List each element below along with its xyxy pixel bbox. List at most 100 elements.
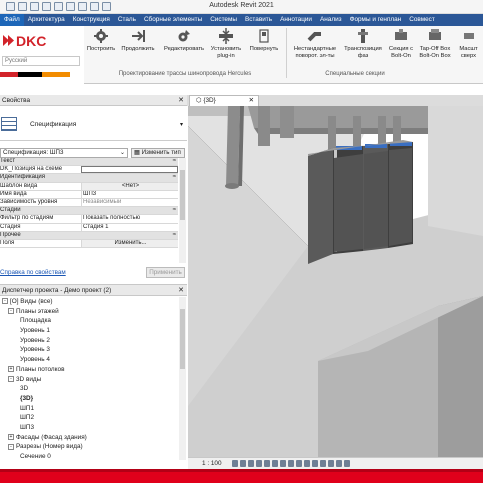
properties-help-link[interactable]: Справка по свойствам <box>0 269 66 276</box>
scale-button[interactable]: Масшт сверх <box>454 28 483 59</box>
shadows-icon[interactable] <box>256 460 262 467</box>
type-selector[interactable]: Спецификация ▾ <box>0 107 187 141</box>
tree-item[interactable]: {3D} <box>0 394 178 404</box>
project-browser-header: Диспетчер проекта - Демо проект (2) ✕ <box>0 285 187 296</box>
property-value-button[interactable]: Изменить... <box>81 239 178 248</box>
custom-turns-button[interactable]: Нестандартные поворот. эл-ты <box>290 28 340 59</box>
collapse-icon[interactable]: ≈ <box>173 232 176 239</box>
property-value[interactable]: Независимый <box>81 198 178 207</box>
tree-item[interactable]: + Фасады (Фасад здания) <box>0 433 178 443</box>
highlight-displacement-icon[interactable] <box>320 460 326 467</box>
crop-view-icon[interactable] <box>272 460 278 467</box>
tab-file[interactable]: Файл <box>0 14 24 26</box>
property-name: Стадии <box>0 207 21 214</box>
tab-massing-site[interactable]: Формы и генплан <box>346 14 406 26</box>
build-button[interactable]: Построить <box>86 28 116 53</box>
tree-item[interactable]: Уровень 1 <box>0 326 178 336</box>
tree-item[interactable]: ШП2 <box>0 413 178 423</box>
preview-visibility-icon[interactable] <box>344 460 350 467</box>
visual-style-icon[interactable] <box>240 460 246 467</box>
collapse-icon[interactable]: ≈ <box>173 207 176 214</box>
tab-collaborate[interactable]: Совмест <box>405 14 439 26</box>
tab-3d-view[interactable]: ⬡ {3D} ✕ <box>189 95 259 106</box>
tree-item[interactable]: + Планы потолков <box>0 365 178 375</box>
property-value-button[interactable]: <Нет> <box>81 182 178 190</box>
tree-item[interactable]: Уровень 2 <box>0 336 178 346</box>
property-category[interactable]: Идентификация ≈ <box>0 174 178 183</box>
show-crop-icon[interactable] <box>280 460 286 467</box>
tab-structure[interactable]: Конструкция <box>69 14 114 26</box>
tab-architecture[interactable]: Архитектура <box>24 14 69 26</box>
instance-row: Спецификация: ШП3 ⌄ ▦ Изменить тип <box>0 148 187 158</box>
phase-transposition-button[interactable]: Транспозиция фаз <box>342 28 384 59</box>
continue-button[interactable]: Продолжить <box>118 28 158 53</box>
tree-item[interactable]: ШП1 <box>0 404 178 414</box>
close-icon[interactable]: ✕ <box>178 95 184 106</box>
collapse-icon[interactable]: - <box>8 375 14 382</box>
tree-item[interactable]: ШП3 <box>0 423 178 433</box>
tree-item-label: ШП2 <box>20 414 35 422</box>
tree-item[interactable]: - Разрезы (Номер вида) <box>0 442 178 452</box>
chevron-down-icon: ⌄ <box>119 149 125 156</box>
custom-turn-icon <box>307 32 321 42</box>
collapse-icon[interactable]: - <box>8 308 14 314</box>
edit-type-button[interactable]: ▦ Изменить тип <box>131 148 185 158</box>
property-value[interactable]: Показать полностью <box>81 215 178 223</box>
tab-annotate[interactable]: Аннотации <box>276 14 316 26</box>
render-icon[interactable] <box>264 460 270 467</box>
tab-insert[interactable]: Вставить <box>241 14 276 26</box>
tree-item[interactable]: Уровень 4 <box>0 355 178 365</box>
tree-item[interactable]: Площадка <box>0 316 178 326</box>
switchboard-cabinets[interactable] <box>308 140 413 264</box>
property-row: Шаблон вида <Нет> <box>0 182 178 191</box>
analytical-model-icon[interactable] <box>328 460 334 467</box>
property-category[interactable]: Прочее ≈ <box>0 231 178 240</box>
expand-icon[interactable]: + <box>8 433 14 440</box>
property-value[interactable]: Стадия 1 <box>81 223 178 231</box>
rotate-button[interactable]: Повернуть <box>246 28 282 53</box>
temp-hide-icon[interactable] <box>296 460 302 467</box>
view-control-bar: 1 : 100 <box>188 457 483 469</box>
collapse-icon[interactable]: ≈ <box>173 158 176 165</box>
tree-item[interactable]: 3D <box>0 384 178 394</box>
language-dropdown[interactable]: Русский <box>2 56 80 66</box>
worksharing-icon[interactable] <box>312 460 318 467</box>
install-plugin-button[interactable]: Установить plug-in <box>208 28 244 59</box>
collapse-icon[interactable]: ≈ <box>173 174 176 181</box>
collapse-icon[interactable]: - <box>2 298 8 305</box>
close-icon[interactable]: ✕ <box>249 96 254 106</box>
property-category[interactable]: Стадии ≈ <box>0 207 178 216</box>
tree-item[interactable]: - [O] Виды (все) <box>0 297 178 307</box>
properties-scrollbar[interactable] <box>179 158 186 263</box>
tree-item[interactable]: Уровень 3 <box>0 345 178 355</box>
chevron-down-icon[interactable]: ▾ <box>180 121 183 128</box>
instance-selector[interactable]: Спецификация: ШП3 ⌄ <box>0 148 128 158</box>
constraints-icon[interactable] <box>336 460 342 467</box>
close-icon[interactable]: ✕ <box>178 285 184 296</box>
property-value[interactable]: ШП3 <box>81 190 178 198</box>
3d-viewport[interactable] <box>188 106 483 457</box>
browser-scrollbar[interactable] <box>179 297 186 460</box>
tap-off-box-button[interactable]: Tap-Off Box Bolt-On Box <box>418 28 452 59</box>
tab-steel[interactable]: Сталь <box>114 14 140 26</box>
sun-path-icon[interactable] <box>248 460 254 467</box>
collapse-icon[interactable]: - <box>8 443 14 450</box>
tab-precast[interactable]: Сборные элементы <box>140 14 206 26</box>
edit-button[interactable]: Редактировать <box>160 28 208 53</box>
reveal-hidden-icon[interactable] <box>304 460 310 467</box>
tree-item[interactable]: Сечение 0 <box>0 452 178 462</box>
tab-systems[interactable]: Системы <box>206 14 241 26</box>
tab-analyze[interactable]: Анализ <box>316 14 346 26</box>
lock-view-icon[interactable] <box>288 460 294 467</box>
property-category[interactable]: Текст ≈ <box>0 158 178 167</box>
property-value-input[interactable] <box>81 166 178 174</box>
tree-item[interactable]: -3D виды <box>0 375 178 385</box>
title-bar: Autodesk Revit 2021 <box>0 0 483 14</box>
bolt-on-section-button[interactable]: Секция с Bolt-On <box>386 28 416 59</box>
tree-item[interactable]: - Планы этажей <box>0 307 178 317</box>
schedule-icon <box>1 117 17 131</box>
apply-button[interactable]: Применить <box>146 267 185 278</box>
view-scale[interactable]: 1 : 100 <box>202 458 222 469</box>
detail-level-icon[interactable] <box>232 460 238 467</box>
expand-icon[interactable]: + <box>8 366 14 373</box>
